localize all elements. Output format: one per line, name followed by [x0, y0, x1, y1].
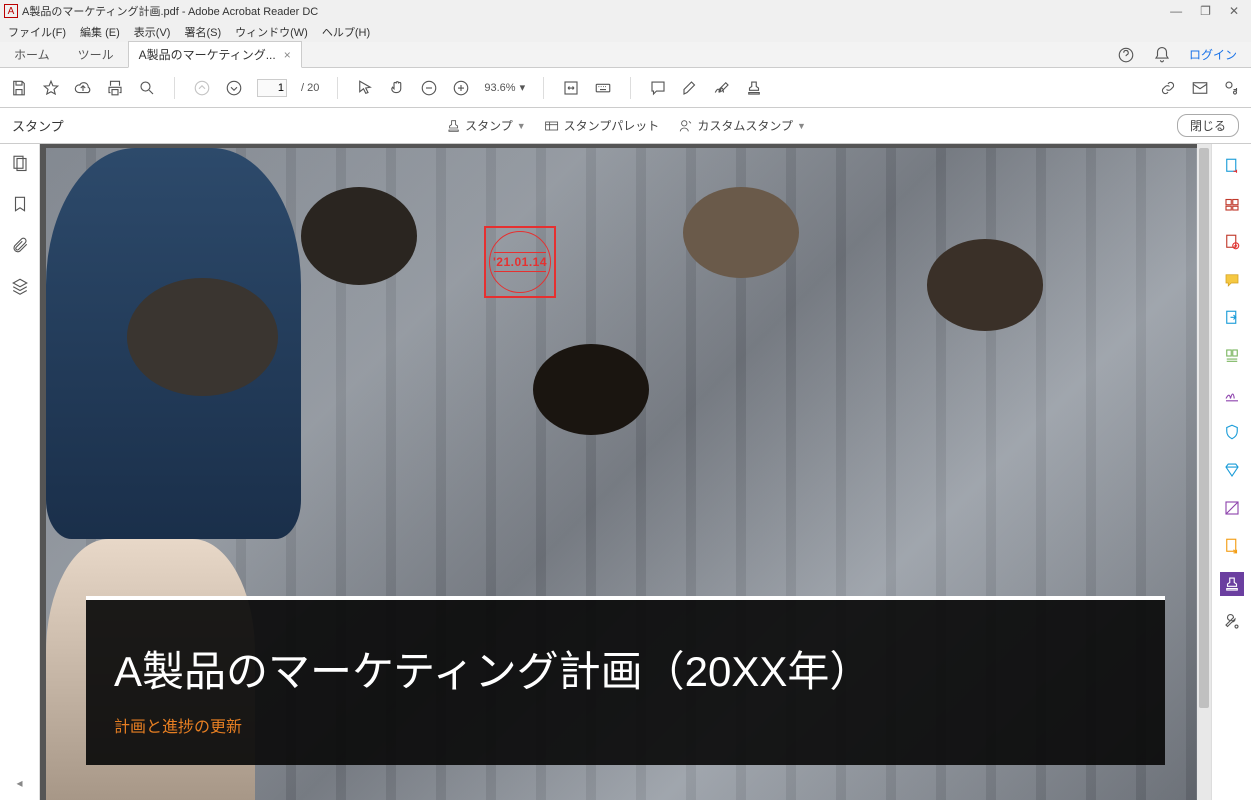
- separator: [174, 77, 175, 99]
- tab-document-label: A製品のマーケティング...: [139, 46, 276, 63]
- chevron-down-icon: ▼: [797, 121, 806, 131]
- pdf-app-icon: A: [4, 4, 18, 18]
- tab-close-icon[interactable]: ×: [284, 48, 291, 62]
- comment-icon[interactable]: [649, 79, 667, 97]
- hand-icon[interactable]: [388, 79, 406, 97]
- stamp-toolbar: スタンプ スタンプ ▼ スタンプパレット カスタムスタンプ ▼ 閉じる: [0, 108, 1251, 144]
- email-icon[interactable]: [1191, 79, 1209, 97]
- zoom-level[interactable]: 93.6% ▾: [484, 81, 525, 94]
- tab-bar: ホーム ツール A製品のマーケティング... × ログイン: [0, 42, 1251, 68]
- stamp-date-text: '21.01.14: [493, 255, 547, 269]
- document-subtitle: 計画と進捗の更新: [114, 713, 1137, 737]
- zoom-out-icon[interactable]: [420, 79, 438, 97]
- menu-view[interactable]: 表示(V): [134, 24, 171, 40]
- sign-tool-icon[interactable]: [1220, 382, 1244, 406]
- chevron-down-icon: ▼: [517, 121, 526, 131]
- stamp-tool-icon[interactable]: [745, 79, 763, 97]
- redact-icon[interactable]: [1220, 496, 1244, 520]
- left-nav-rail: ◂: [0, 144, 40, 800]
- cloud-upload-icon[interactable]: [74, 79, 92, 97]
- pointer-icon[interactable]: [356, 79, 374, 97]
- custom-stamp-dropdown[interactable]: カスタムスタンプ ▼: [677, 117, 806, 134]
- minimize-button[interactable]: —: [1170, 4, 1182, 18]
- page-total-label: / 20: [301, 82, 319, 94]
- save-icon[interactable]: [10, 79, 28, 97]
- collapse-left-icon[interactable]: ◂: [16, 776, 22, 790]
- bell-icon[interactable]: [1153, 46, 1171, 64]
- stamp-toolbar-label: スタンプ: [12, 116, 64, 135]
- separator: [543, 77, 544, 99]
- more-tools-icon[interactable]: [1220, 610, 1244, 634]
- separator: [337, 77, 338, 99]
- signature-icon[interactable]: [713, 79, 731, 97]
- vertical-scrollbar[interactable]: [1197, 144, 1211, 800]
- page-down-icon[interactable]: [225, 79, 243, 97]
- stamp-rail-icon[interactable]: [1220, 572, 1244, 596]
- menu-file[interactable]: ファイル(F): [8, 24, 66, 40]
- workspace: ◂ '21.01.14 A製品のマーケティング計画（20XX年） 計画と進捗の更…: [0, 144, 1251, 800]
- chevron-down-icon: ▾: [520, 81, 526, 94]
- highlight-icon[interactable]: [681, 79, 699, 97]
- close-window-button[interactable]: ✕: [1229, 4, 1239, 18]
- comment-tool-icon[interactable]: [1220, 268, 1244, 292]
- page-up-icon[interactable]: [193, 79, 211, 97]
- layers-icon[interactable]: [11, 277, 29, 298]
- document-title: A製品のマーケティング計画（20XX年）: [114, 638, 1137, 699]
- thumbnails-icon[interactable]: [11, 154, 29, 175]
- search-icon[interactable]: [138, 79, 156, 97]
- window-title: A製品のマーケティング計画.pdf - Adobe Acrobat Reader…: [22, 3, 1170, 19]
- menu-sign[interactable]: 署名(S): [184, 24, 221, 40]
- zoom-in-icon[interactable]: [452, 79, 470, 97]
- menu-edit[interactable]: 編集 (E): [80, 24, 120, 40]
- tab-document[interactable]: A製品のマーケティング... ×: [128, 41, 302, 68]
- fit-width-icon[interactable]: [562, 79, 580, 97]
- maximize-button[interactable]: ❐: [1200, 4, 1211, 18]
- scrollbar-thumb[interactable]: [1199, 148, 1209, 708]
- combine-icon[interactable]: [1220, 192, 1244, 216]
- protect-icon[interactable]: [1220, 420, 1244, 444]
- tab-tools[interactable]: ツール: [64, 41, 128, 68]
- date-stamp[interactable]: '21.01.14: [484, 226, 556, 298]
- bookmark-icon[interactable]: [11, 195, 29, 216]
- tab-home[interactable]: ホーム: [0, 41, 64, 68]
- page-number-input[interactable]: [257, 79, 287, 97]
- menu-bar: ファイル(F) 編集 (E) 表示(V) 署名(S) ウィンドウ(W) ヘルプ(…: [0, 22, 1251, 42]
- compress-icon[interactable]: [1220, 458, 1244, 482]
- document-area[interactable]: '21.01.14 A製品のマーケティング計画（20XX年） 計画と進捗の更新: [40, 144, 1211, 800]
- print-icon[interactable]: [106, 79, 124, 97]
- create-pdf-icon[interactable]: [1220, 154, 1244, 178]
- login-link[interactable]: ログイン: [1189, 46, 1237, 63]
- right-tool-rail: [1211, 144, 1251, 800]
- help-icon[interactable]: [1117, 46, 1135, 64]
- organize-icon[interactable]: [1220, 344, 1244, 368]
- window-titlebar: A A製品のマーケティング計画.pdf - Adobe Acrobat Read…: [0, 0, 1251, 22]
- export-icon[interactable]: [1220, 306, 1244, 330]
- attachment-icon[interactable]: [11, 236, 29, 257]
- edit-pdf-icon[interactable]: [1220, 230, 1244, 254]
- menu-window[interactable]: ウィンドウ(W): [235, 24, 308, 40]
- keyboard-icon[interactable]: [594, 79, 612, 97]
- separator: [630, 77, 631, 99]
- document-page: '21.01.14 A製品のマーケティング計画（20XX年） 計画と進捗の更新: [46, 148, 1205, 800]
- stamp-palette-button[interactable]: スタンプパレット: [544, 117, 660, 134]
- menu-help[interactable]: ヘルプ(H): [322, 24, 370, 40]
- stamp-dropdown[interactable]: スタンプ ▼: [445, 117, 526, 134]
- title-block: A製品のマーケティング計画（20XX年） 計画と進捗の更新: [86, 596, 1165, 765]
- share-icon[interactable]: [1223, 79, 1241, 97]
- close-panel-button[interactable]: 閉じる: [1177, 114, 1239, 137]
- link-icon[interactable]: [1159, 79, 1177, 97]
- main-toolbar: / 20 93.6% ▾: [0, 68, 1251, 108]
- convert-icon[interactable]: [1220, 534, 1244, 558]
- star-icon[interactable]: [42, 79, 60, 97]
